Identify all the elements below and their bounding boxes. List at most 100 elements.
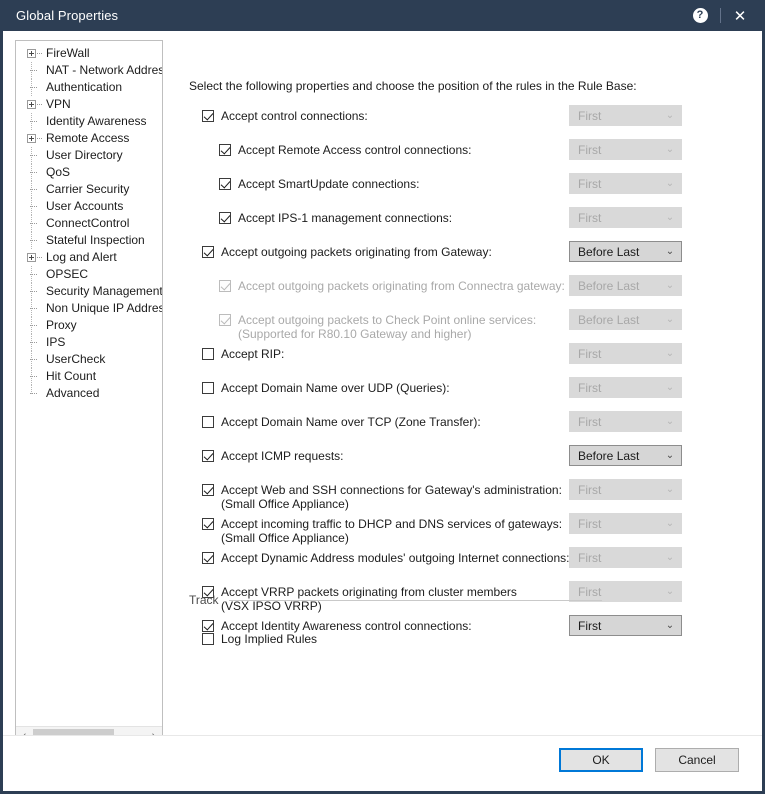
tree-item-ips[interactable]: IPS — [16, 334, 162, 351]
tree-item-vpn[interactable]: VPN — [16, 96, 162, 113]
tree-connector-dash — [30, 121, 37, 123]
property-checkbox-wrap[interactable]: Accept ICMP requests: — [202, 449, 344, 463]
tree-item-user-accounts[interactable]: User Accounts — [16, 198, 162, 215]
property-checkbox[interactable] — [202, 110, 214, 122]
property-checkbox[interactable] — [219, 212, 231, 224]
property-checkbox-wrap[interactable]: Accept RIP: — [202, 347, 284, 361]
chevron-down-icon: ⌄ — [665, 483, 675, 495]
rule-position-dropdown: First ⌄ — [569, 547, 682, 568]
property-checkbox-wrap[interactable]: Accept outgoing packets originating from… — [202, 245, 492, 259]
tree-expand-icon[interactable] — [27, 49, 36, 58]
property-checkbox[interactable] — [202, 484, 214, 496]
tree-item-usercheck[interactable]: UserCheck — [16, 351, 162, 368]
property-checkbox-wrap[interactable]: Accept IPS-1 management connections: — [219, 211, 452, 225]
tree-item-remote-access[interactable]: Remote Access — [16, 130, 162, 147]
property-checkbox[interactable] — [219, 178, 231, 190]
tree-item-label: Carrier Security — [46, 182, 130, 196]
rule-position-value: First — [578, 550, 602, 565]
tree-item-advanced[interactable]: Advanced — [16, 385, 162, 402]
tree-connector-dash — [30, 87, 37, 89]
firewall-properties-pane: Select the following properties and choo… — [189, 31, 762, 791]
property-checkbox[interactable] — [202, 450, 214, 462]
tree-expand-icon[interactable] — [27, 100, 36, 109]
tree-item-non-unique-ip-address[interactable]: Non Unique IP Address — [16, 300, 162, 317]
tree-connector-dash — [30, 172, 37, 174]
property-checkbox-wrap[interactable]: Accept Remote Access control connections… — [219, 143, 471, 157]
tree-item-connectcontrol[interactable]: ConnectControl — [16, 215, 162, 232]
tree-item-proxy[interactable]: Proxy — [16, 317, 162, 334]
property-checkbox[interactable] — [202, 518, 214, 530]
tree-item-identity-awareness[interactable]: Identity Awareness — [16, 113, 162, 130]
tree-item-label: User Directory — [46, 148, 123, 162]
property-label: Accept IPS-1 management connections: — [238, 211, 453, 225]
ok-button[interactable]: OK — [559, 748, 643, 772]
tree-item-label: ConnectControl — [46, 216, 130, 230]
properties-tree[interactable]: FireWall NAT - Network Addres Authenticati… — [16, 41, 162, 726]
property-row: Accept Dynamic Address modules' outgoing… — [189, 545, 762, 579]
tree-expand-icon[interactable] — [27, 253, 36, 262]
property-row: Accept ICMP requests: Before Last ⌄ — [189, 443, 762, 477]
tree-item-label: FireWall — [46, 46, 90, 60]
rule-position-value: First — [578, 482, 602, 497]
property-checkbox[interactable] — [202, 382, 214, 394]
property-checkbox[interactable] — [202, 416, 214, 428]
chevron-down-icon: ⌄ — [665, 177, 675, 189]
tree-item-label: Hit Count — [46, 369, 97, 383]
property-row: Accept outgoing packets originating from… — [189, 239, 762, 273]
property-checkbox[interactable] — [202, 246, 214, 258]
property-checkbox[interactable] — [202, 348, 214, 360]
tree-item-label: Proxy — [46, 318, 77, 332]
rule-position-dropdown[interactable]: Before Last ⌄ — [569, 241, 682, 262]
property-sublabel: (Small Office Appliance) — [221, 531, 349, 545]
property-checkbox-wrap: Accept outgoing packets originating from… — [219, 279, 565, 293]
track-divider — [228, 599, 602, 601]
tree-item-user-directory[interactable]: User Directory — [16, 147, 162, 164]
property-label: Accept outgoing packets originating from… — [238, 279, 565, 293]
tree-item-label: QoS — [46, 165, 71, 179]
close-icon[interactable]: ✕ — [728, 3, 752, 29]
property-checkbox-wrap[interactable]: Accept Domain Name over TCP (Zone Transf… — [202, 415, 481, 429]
property-checkbox[interactable] — [202, 552, 214, 564]
tree-item-security-management[interactable]: Security Management . — [16, 283, 162, 300]
rule-position-dropdown: First ⌄ — [569, 411, 682, 432]
log-implied-rules-checkbox-wrap[interactable]: Log Implied Rules — [202, 632, 317, 646]
tree-item-opsec[interactable]: OPSEC — [16, 266, 162, 283]
rule-position-value: First — [578, 142, 602, 157]
property-checkbox-wrap[interactable]: Accept control connections: — [202, 109, 368, 123]
tree-item-hit-count[interactable]: Hit Count — [16, 368, 162, 385]
tree-item-label: Security Management . — [46, 284, 162, 298]
tree-connector-dash — [30, 393, 37, 395]
tree-item-qos[interactable]: QoS — [16, 164, 162, 181]
global-properties-dialog: Global Properties ? ✕ FireWall NAT - Netw… — [0, 0, 765, 794]
property-checkbox — [219, 280, 231, 292]
tree-item-authentication[interactable]: Authentication — [16, 79, 162, 96]
tree-item-label: User Accounts — [46, 199, 124, 213]
tree-connector-dash — [30, 223, 37, 225]
intro-text: Select the following properties and choo… — [189, 79, 637, 93]
properties-tree-panel: FireWall NAT - Network Addres Authenticati… — [15, 40, 163, 746]
window-title: Global Properties — [16, 8, 119, 23]
cancel-button[interactable]: Cancel — [655, 748, 739, 772]
tree-item-carrier-security[interactable]: Carrier Security — [16, 181, 162, 198]
rule-position-dropdown: First ⌄ — [569, 207, 682, 228]
title-bar-divider — [720, 8, 721, 23]
help-button[interactable]: ? — [687, 3, 713, 29]
property-row: Accept IPS-1 management connections: Firs… — [189, 205, 762, 239]
property-checkbox-wrap[interactable]: Accept SmartUpdate connections: — [219, 177, 419, 191]
property-checkbox-wrap[interactable]: Accept incoming traffic to DHCP and DNS … — [202, 517, 562, 545]
tree-item-log-and-alert[interactable]: Log and Alert — [16, 249, 162, 266]
tree-item-stateful-inspection[interactable]: Stateful Inspection — [16, 232, 162, 249]
tree-item-nat-network-addres[interactable]: NAT - Network Addres — [16, 62, 162, 79]
property-checkbox-wrap: Accept outgoing packets to Check Point o… — [219, 313, 536, 341]
dialog-body: FireWall NAT - Network Addres Authenticati… — [3, 31, 762, 791]
tree-item-firewall[interactable]: FireWall — [16, 45, 162, 62]
tree-expand-icon[interactable] — [27, 134, 36, 143]
property-checkbox-wrap[interactable]: Accept Domain Name over UDP (Queries): — [202, 381, 450, 395]
property-checkbox-wrap[interactable]: Accept Web and SSH connections for Gatew… — [202, 483, 562, 511]
property-checkbox[interactable] — [219, 144, 231, 156]
rule-position-dropdown[interactable]: Before Last ⌄ — [569, 445, 682, 466]
log-implied-rules-checkbox[interactable] — [202, 633, 214, 645]
property-checkbox-wrap[interactable]: Accept Dynamic Address modules' outgoing… — [202, 551, 570, 565]
rule-position-dropdown: First ⌄ — [569, 139, 682, 160]
property-row: Accept outgoing packets originating from… — [189, 273, 762, 307]
